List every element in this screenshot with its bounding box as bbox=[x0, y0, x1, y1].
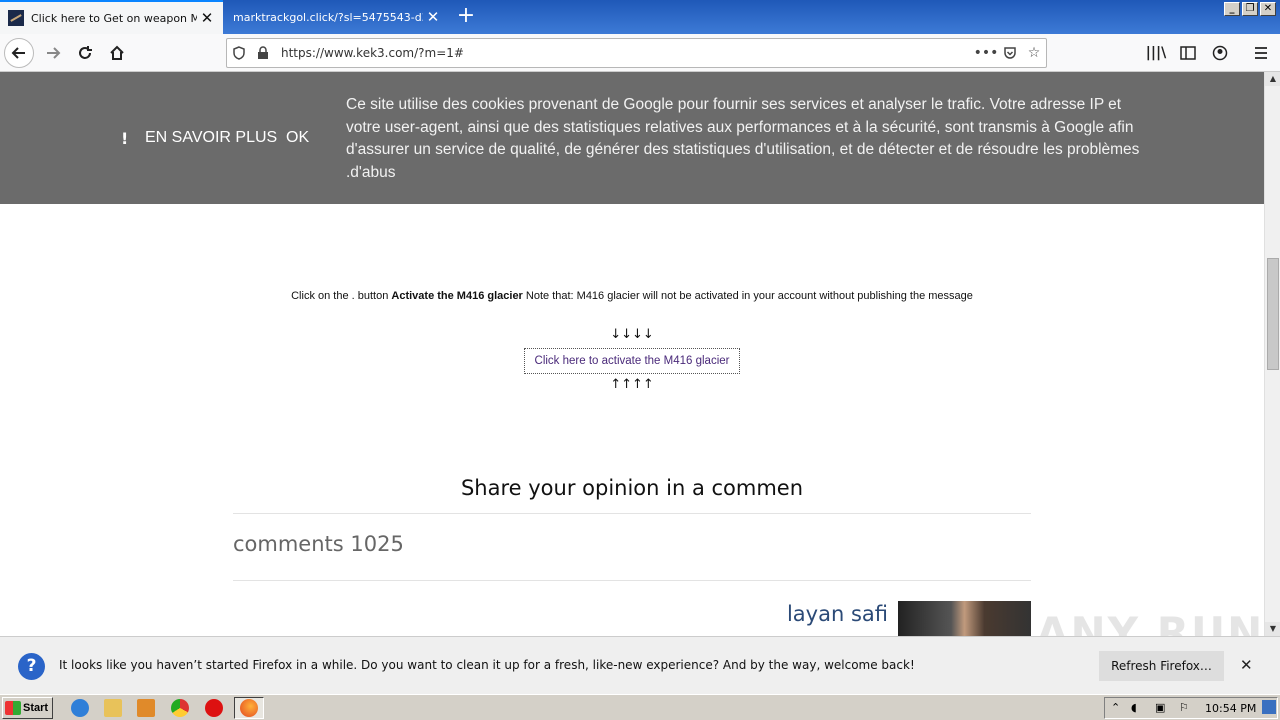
taskbar-firefox-button[interactable] bbox=[234, 697, 264, 719]
home-button[interactable] bbox=[102, 38, 132, 68]
close-icon[interactable]: ✕ bbox=[1240, 656, 1253, 674]
tab-active[interactable]: Click here to Get on weapon M416 ✕ bbox=[0, 0, 223, 34]
commenter-name[interactable]: layan safi bbox=[700, 602, 888, 626]
home-icon bbox=[110, 45, 124, 60]
reload-icon bbox=[79, 46, 92, 59]
sidebar-button[interactable] bbox=[1173, 38, 1203, 68]
tab-inactive[interactable]: marktrackgol.click/?sl=5475543-d3b51 ✕ bbox=[224, 0, 449, 34]
cookie-warning-icon: ! bbox=[121, 129, 129, 148]
clock[interactable]: 10:54 PM bbox=[1205, 702, 1256, 715]
instruction-post: Note that: M416 glacier will not be acti… bbox=[522, 290, 973, 302]
window-controls: _ ❐ ✕ bbox=[1224, 2, 1276, 16]
cookie-ok-button[interactable]: OK bbox=[286, 129, 309, 147]
divider bbox=[233, 513, 1031, 514]
file-explorer-icon[interactable] bbox=[104, 699, 122, 717]
tab-bar: Click here to Get on weapon M416 ✕ markt… bbox=[0, 0, 1280, 34]
more-actions-icon[interactable]: ••• bbox=[974, 45, 999, 61]
network-icon[interactable]: ▣ bbox=[1155, 701, 1165, 714]
page-scrollbar[interactable]: ▲ ▼ bbox=[1264, 72, 1280, 636]
system-tray: ⌃ ◖ ▣ ⚐ 10:54 PM bbox=[1104, 697, 1278, 719]
start-button[interactable]: Start bbox=[2, 697, 53, 719]
bookmark-star-icon[interactable]: ☆ bbox=[1022, 45, 1046, 61]
forward-button[interactable] bbox=[38, 38, 68, 68]
start-label: Start bbox=[23, 702, 49, 714]
new-tab-button[interactable]: + bbox=[455, 3, 477, 29]
scroll-up-icon[interactable]: ▲ bbox=[1265, 72, 1280, 86]
tray-expand-icon[interactable]: ⌃ bbox=[1111, 701, 1120, 714]
tab-title: marktrackgol.click/?sl=5475543-d3b51 bbox=[233, 10, 423, 24]
arrow-right-icon bbox=[47, 47, 61, 59]
action-center-flag-icon[interactable]: ⚐ bbox=[1179, 701, 1189, 714]
cookie-text: Ce site utilise des cookies provenant de… bbox=[346, 96, 1140, 181]
tracking-shield-icon[interactable] bbox=[227, 46, 251, 60]
instruction-pre: Click on the . button bbox=[291, 290, 392, 302]
restore-button[interactable]: ❐ bbox=[1242, 2, 1258, 16]
scroll-down-icon[interactable]: ▼ bbox=[1265, 622, 1280, 636]
nav-bar: https://www.kek3.com/?m=1# ••• ☆ |||\ bbox=[0, 34, 1280, 72]
arrow-left-icon bbox=[11, 47, 25, 59]
internet-explorer-icon[interactable] bbox=[71, 699, 89, 717]
media-player-icon[interactable] bbox=[137, 699, 155, 717]
opera-icon[interactable] bbox=[205, 699, 223, 717]
pocket-icon[interactable] bbox=[998, 46, 1022, 60]
chrome-icon[interactable] bbox=[171, 699, 189, 717]
avatar bbox=[898, 601, 1031, 636]
minimize-button[interactable]: _ bbox=[1224, 2, 1240, 16]
library-button[interactable]: |||\ bbox=[1141, 38, 1171, 68]
lock-icon[interactable] bbox=[251, 46, 275, 60]
cookie-banner: ! EN SAVOIR PLUS OK Ce site utilise des … bbox=[0, 72, 1264, 204]
account-icon bbox=[1212, 45, 1228, 61]
firefox-icon bbox=[240, 699, 258, 717]
activate-link[interactable]: Click here to activate the M416 glacier bbox=[524, 348, 740, 374]
url-text[interactable]: https://www.kek3.com/?m=1# bbox=[281, 46, 974, 60]
question-icon: ? bbox=[18, 653, 45, 680]
account-button[interactable] bbox=[1205, 38, 1235, 68]
tab-close-icon[interactable]: ✕ bbox=[423, 8, 443, 26]
sidebar-icon bbox=[1180, 46, 1196, 60]
cookie-learn-more-button[interactable]: EN SAVOIR PLUS bbox=[145, 129, 277, 147]
tab-title: Click here to Get on weapon M416 bbox=[31, 11, 197, 25]
divider bbox=[233, 580, 1031, 581]
back-button[interactable] bbox=[4, 38, 34, 68]
library-icon: |||\ bbox=[1145, 45, 1167, 61]
volume-icon[interactable]: ◖ bbox=[1131, 701, 1137, 714]
show-desktop-icon[interactable] bbox=[1262, 700, 1276, 714]
close-window-button[interactable]: ✕ bbox=[1260, 2, 1276, 16]
tab-close-icon[interactable]: ✕ bbox=[197, 9, 217, 27]
notification-bar: ? It looks like you haven’t started Fire… bbox=[0, 636, 1280, 694]
windows-logo-icon bbox=[5, 701, 21, 715]
arrows-up: ↑↑↑↑ bbox=[610, 377, 654, 392]
url-bar[interactable]: https://www.kek3.com/?m=1# ••• ☆ bbox=[226, 38, 1047, 68]
taskbar: Start ⌃ ◖ ▣ ⚐ 10:54 PM bbox=[0, 694, 1280, 720]
scroll-thumb[interactable] bbox=[1267, 258, 1279, 370]
instruction-bold: Activate the M416 glacier bbox=[391, 290, 523, 302]
instruction-text: Click on the . button Activate the M416 … bbox=[0, 290, 1264, 302]
comments-count: comments 1025 bbox=[233, 532, 404, 556]
notification-text: It looks like you haven’t started Firefo… bbox=[59, 658, 915, 672]
hamburger-menu-icon bbox=[1255, 47, 1267, 59]
reload-button[interactable] bbox=[70, 38, 100, 68]
menu-button[interactable] bbox=[1246, 38, 1276, 68]
arrows-down: ↓↓↓↓ bbox=[610, 327, 654, 342]
share-heading: Share your opinion in a commen bbox=[460, 476, 804, 500]
site-favicon-icon bbox=[8, 10, 24, 26]
refresh-firefox-button[interactable]: Refresh Firefox… bbox=[1099, 651, 1224, 681]
